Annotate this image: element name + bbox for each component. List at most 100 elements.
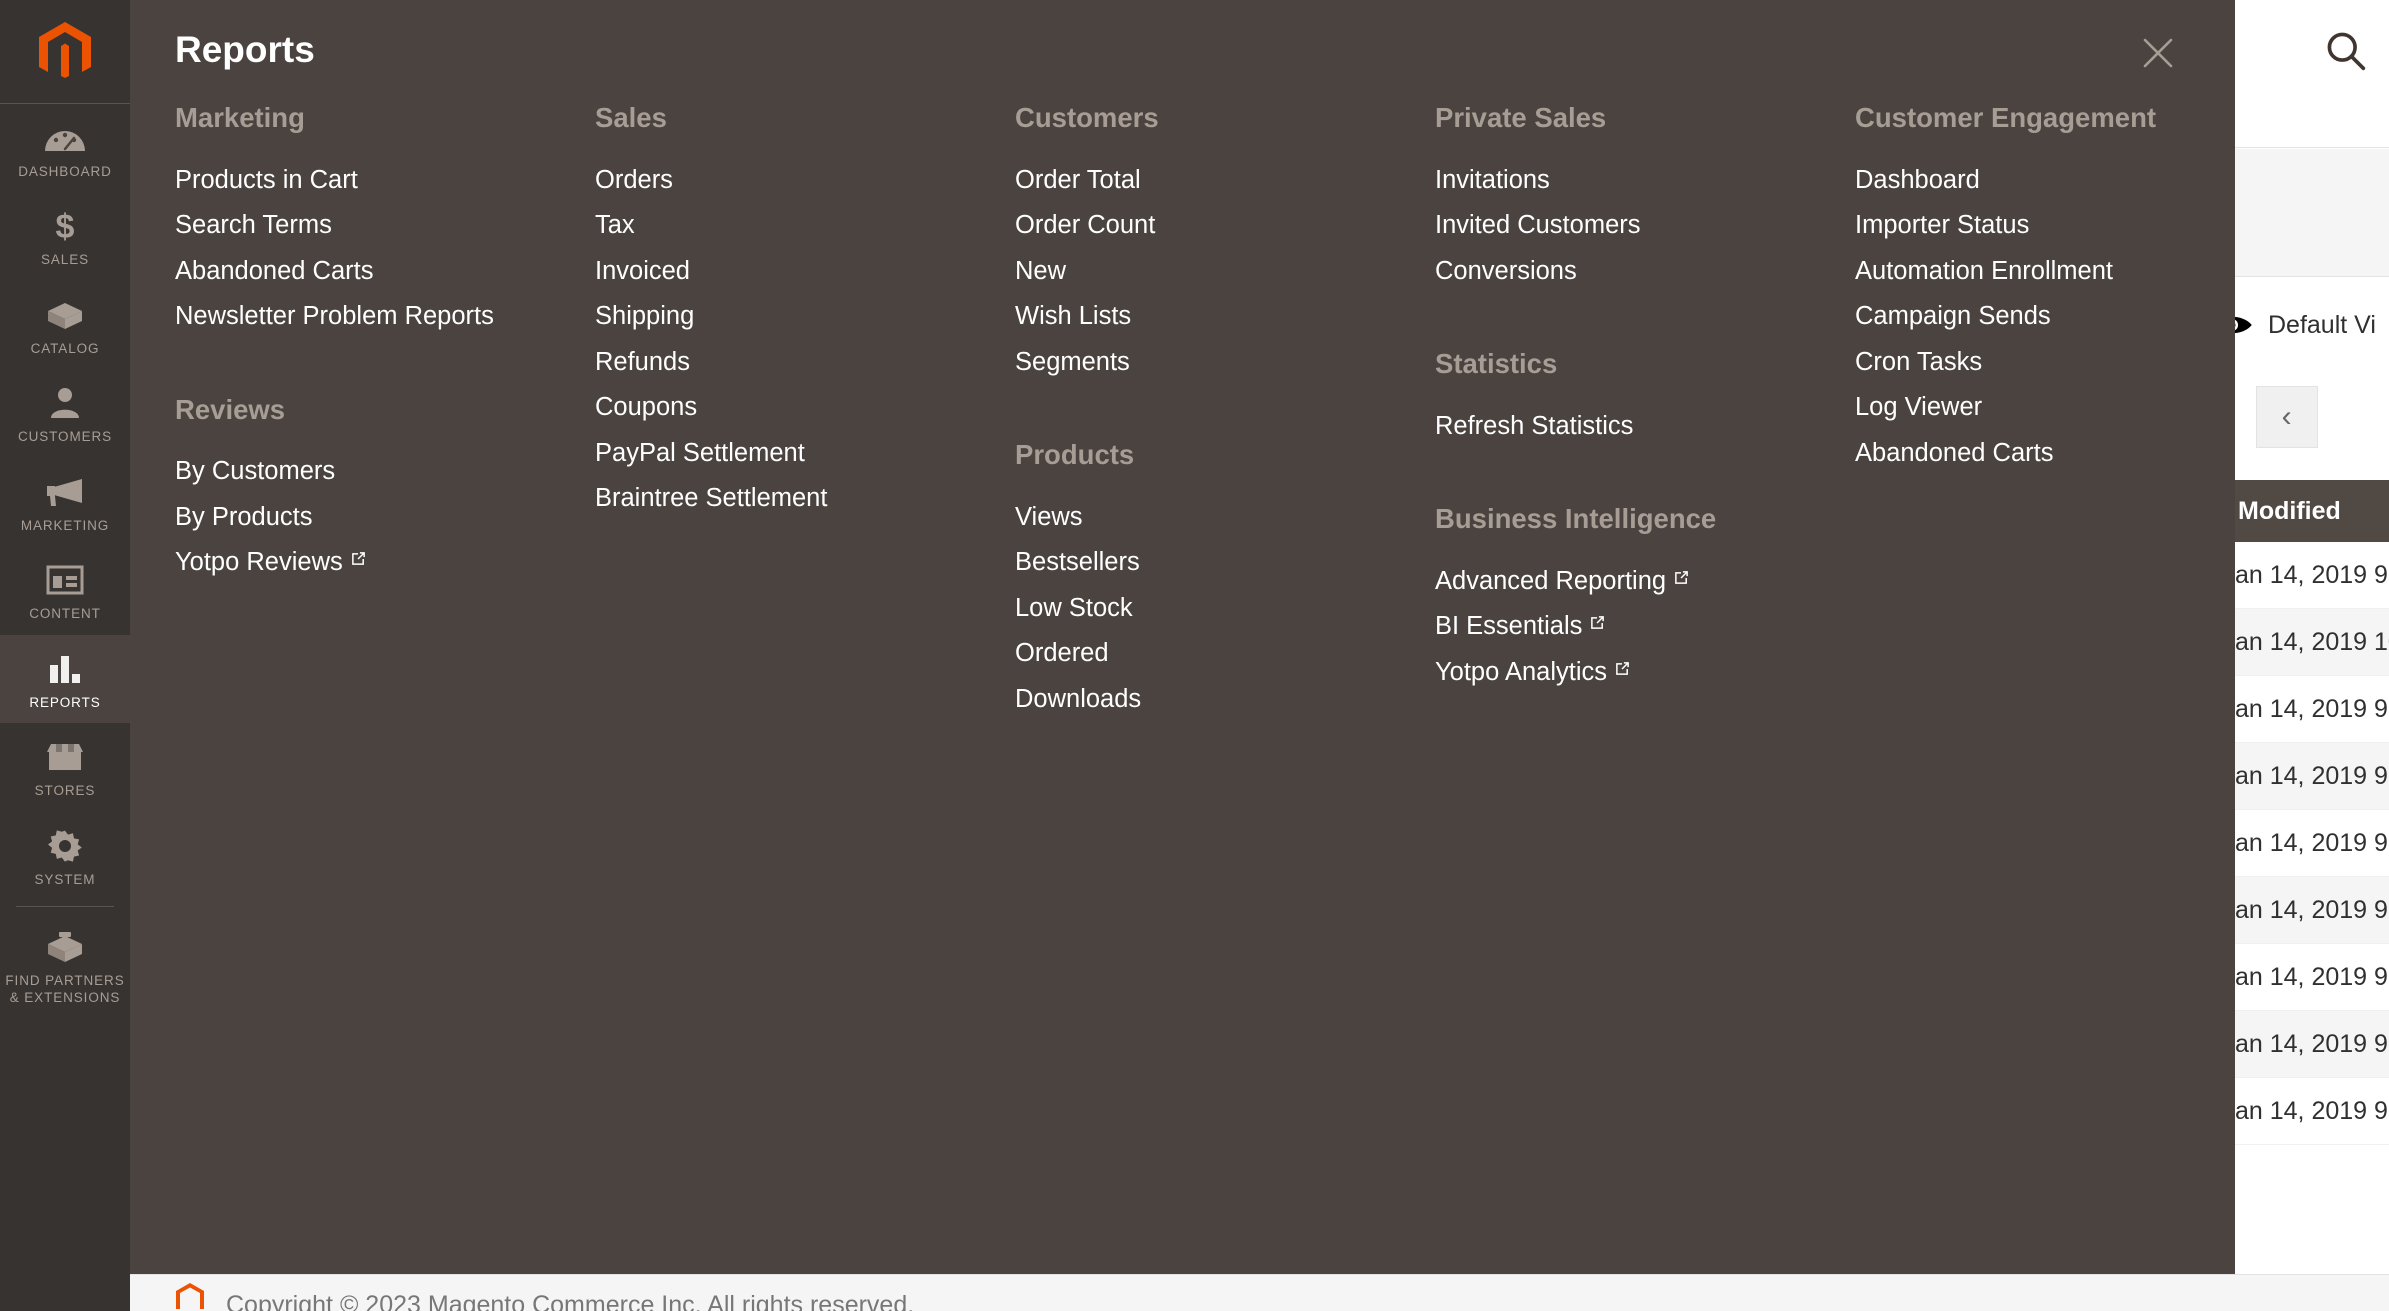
sidebar-item-system[interactable]: SYSTEM: [0, 812, 130, 900]
menu-item-yotpo-reviews[interactable]: Yotpo Reviews: [175, 549, 595, 576]
menu-item-importer-status[interactable]: Importer Status: [1855, 212, 2255, 239]
menu-item-wish-lists[interactable]: Wish Lists: [1015, 303, 1435, 330]
sidebar-item-label: SYSTEM: [34, 871, 96, 887]
megamenu-group-customer-engagement: Customer Engagement Dashboard Importer S…: [1855, 104, 2255, 466]
sidebar-item-reports[interactable]: REPORTS: [0, 634, 130, 724]
menu-item-tax[interactable]: Tax: [595, 212, 1015, 239]
sidebar-item-label: REPORTS: [29, 694, 101, 710]
menu-item-automation-enrollment[interactable]: Automation Enrollment: [1855, 258, 2255, 285]
megamenu-column-customer-engagement: Customer Engagement Dashboard Importer S…: [1855, 104, 2255, 1274]
menu-item-low-stock[interactable]: Low Stock: [1015, 595, 1435, 622]
menu-item-products-in-cart[interactable]: Products in Cart: [175, 167, 595, 194]
menu-item-new[interactable]: New: [1015, 258, 1435, 285]
menu-item-yotpo-analytics[interactable]: Yotpo Analytics: [1435, 657, 1855, 686]
menu-item-paypal-settlement[interactable]: PayPal Settlement: [595, 440, 1015, 467]
sidebar-item-catalog[interactable]: CATALOG: [0, 281, 130, 369]
magento-mark-icon: [170, 1281, 210, 1311]
menu-item-shipping[interactable]: Shipping: [595, 303, 1015, 330]
menu-item-segments[interactable]: Segments: [1015, 349, 1435, 376]
sidebar-item-label: FIND PARTNERS & EXTENSIONS: [5, 973, 125, 1005]
open-box-icon: [42, 927, 88, 967]
group-title: Customer Engagement: [1855, 102, 2157, 133]
person-icon: [42, 383, 88, 423]
menu-item-order-count[interactable]: Order Count: [1015, 212, 1435, 239]
dollar-sign-icon: $: [42, 206, 88, 246]
page-title: Reports: [175, 29, 315, 70]
magento-logo[interactable]: [0, 0, 130, 104]
copyright-text: Copyright © 2023 Magento Commerce Inc. A…: [226, 1291, 915, 1311]
menu-item-search-terms[interactable]: Search Terms: [175, 212, 595, 239]
sidebar-item-marketing[interactable]: MARKETING: [0, 458, 130, 546]
box-icon: [42, 295, 88, 335]
group-title: Business Intelligence: [1435, 503, 1717, 534]
menu-item-order-total[interactable]: Order Total: [1015, 167, 1435, 194]
menu-item-invitations[interactable]: Invitations: [1435, 167, 1855, 194]
menu-item-downloads[interactable]: Downloads: [1015, 686, 1435, 713]
menu-item-bestsellers[interactable]: Bestsellers: [1015, 549, 1435, 576]
menu-item-by-products[interactable]: By Products: [175, 504, 595, 531]
menu-item-refresh-statistics[interactable]: Refresh Statistics: [1435, 413, 1855, 440]
default-view-label: Default Vi: [2268, 310, 2376, 339]
sidebar-item-dashboard[interactable]: DASHBOARD: [0, 104, 130, 192]
storefront-icon: [42, 737, 88, 777]
group-title: Customers: [1015, 102, 1159, 133]
page-footer: Copyright © 2023 Magento Commerce Inc. A…: [0, 1274, 2389, 1311]
menu-item-coupons[interactable]: Coupons: [595, 394, 1015, 421]
megamenu-group-marketing: Marketing Products in Cart Search Terms …: [175, 104, 595, 330]
group-title: Statistics: [1435, 348, 1558, 379]
menu-item-orders[interactable]: Orders: [595, 167, 1015, 194]
menu-item-abandoned-carts[interactable]: Abandoned Carts: [175, 258, 595, 285]
search-icon[interactable]: [2323, 28, 2367, 72]
menu-item-label: Advanced Reporting: [1435, 566, 1667, 595]
external-link-icon: [351, 551, 366, 566]
external-link-icon: [1615, 661, 1630, 676]
megamenu-group-private-sales: Private Sales Invitations Invited Custom…: [1435, 104, 1855, 284]
sidebar-item-customers[interactable]: CUSTOMERS: [0, 369, 130, 457]
external-link-icon: [1590, 615, 1605, 630]
gear-icon: [42, 826, 88, 866]
megamenu-group-products: Products Views Bestsellers Low Stock Ord…: [1015, 441, 1435, 712]
group-title: Private Sales: [1435, 102, 1607, 133]
menu-item-log-viewer[interactable]: Log Viewer: [1855, 394, 2255, 421]
sidebar-divider: [16, 906, 114, 908]
sidebar-item-find-partners-extensions[interactable]: FIND PARTNERS & EXTENSIONS: [0, 913, 130, 1018]
menu-item-refunds[interactable]: Refunds: [595, 349, 1015, 376]
megamenu-column-marketing: Marketing Products in Cart Search Terms …: [175, 104, 595, 1274]
menu-item-invited-customers[interactable]: Invited Customers: [1435, 212, 1855, 239]
group-title: Sales: [595, 102, 667, 133]
admin-page-root: Default Vi page ‹ Modified an 14, 2019 9…: [0, 0, 2389, 1311]
menu-item-views[interactable]: Views: [1015, 504, 1435, 531]
reports-megamenu: Reports Marketing Products in Cart Searc…: [130, 0, 2235, 1274]
sidebar-item-label: SALES: [40, 252, 90, 268]
menu-item-ordered[interactable]: Ordered: [1015, 640, 1435, 667]
close-icon[interactable]: [2135, 30, 2181, 76]
megamenu-columns: Marketing Products in Cart Search Terms …: [130, 104, 2235, 1274]
megamenu-group-business-intelligence: Business Intelligence Advanced Reporting…: [1435, 505, 1855, 685]
sidebar-item-label: DASHBOARD: [18, 164, 112, 179]
chevron-left-icon[interactable]: ‹: [2255, 386, 2318, 448]
megamenu-group-customers: Customers Order Total Order Count New Wi…: [1015, 104, 1435, 375]
menu-item-invoiced[interactable]: Invoiced: [595, 258, 1015, 285]
sidebar-item-sales[interactable]: $ SALES: [0, 192, 130, 280]
sidebar-item-label: CUSTOMERS: [17, 429, 113, 445]
menu-item-campaign-sends[interactable]: Campaign Sends: [1855, 303, 2255, 330]
group-title: Reviews: [175, 393, 286, 425]
menu-item-advanced-reporting[interactable]: Advanced Reporting: [1435, 566, 1855, 595]
menu-item-conversions[interactable]: Conversions: [1435, 258, 1855, 285]
menu-item-label: Yotpo Analytics: [1435, 657, 1608, 686]
megaphone-icon: [42, 472, 88, 512]
admin-sidebar: DASHBOARD $ SALES CATALOG CUSTOMERS MARK…: [0, 0, 130, 1311]
menu-item-abandoned-carts[interactable]: Abandoned Carts: [1855, 440, 2255, 467]
menu-item-by-customers[interactable]: By Customers: [175, 458, 595, 485]
sidebar-item-content[interactable]: CONTENT: [0, 546, 130, 634]
sidebar-item-label: MARKETING: [20, 517, 110, 533]
menu-item-braintree-settlement[interactable]: Braintree Settlement: [595, 485, 1015, 512]
menu-item-newsletter-problem-reports[interactable]: Newsletter Problem Reports: [175, 303, 595, 330]
external-link-icon: [1674, 570, 1689, 585]
menu-item-bi-essentials[interactable]: BI Essentials: [1435, 613, 1855, 640]
megamenu-column-customers: Customers Order Total Order Count New Wi…: [1015, 104, 1435, 1274]
menu-item-cron-tasks[interactable]: Cron Tasks: [1855, 349, 2255, 376]
sidebar-item-stores[interactable]: STORES: [0, 723, 130, 811]
group-title: Products: [1015, 439, 1135, 470]
menu-item-dashboard[interactable]: Dashboard: [1855, 167, 2255, 194]
